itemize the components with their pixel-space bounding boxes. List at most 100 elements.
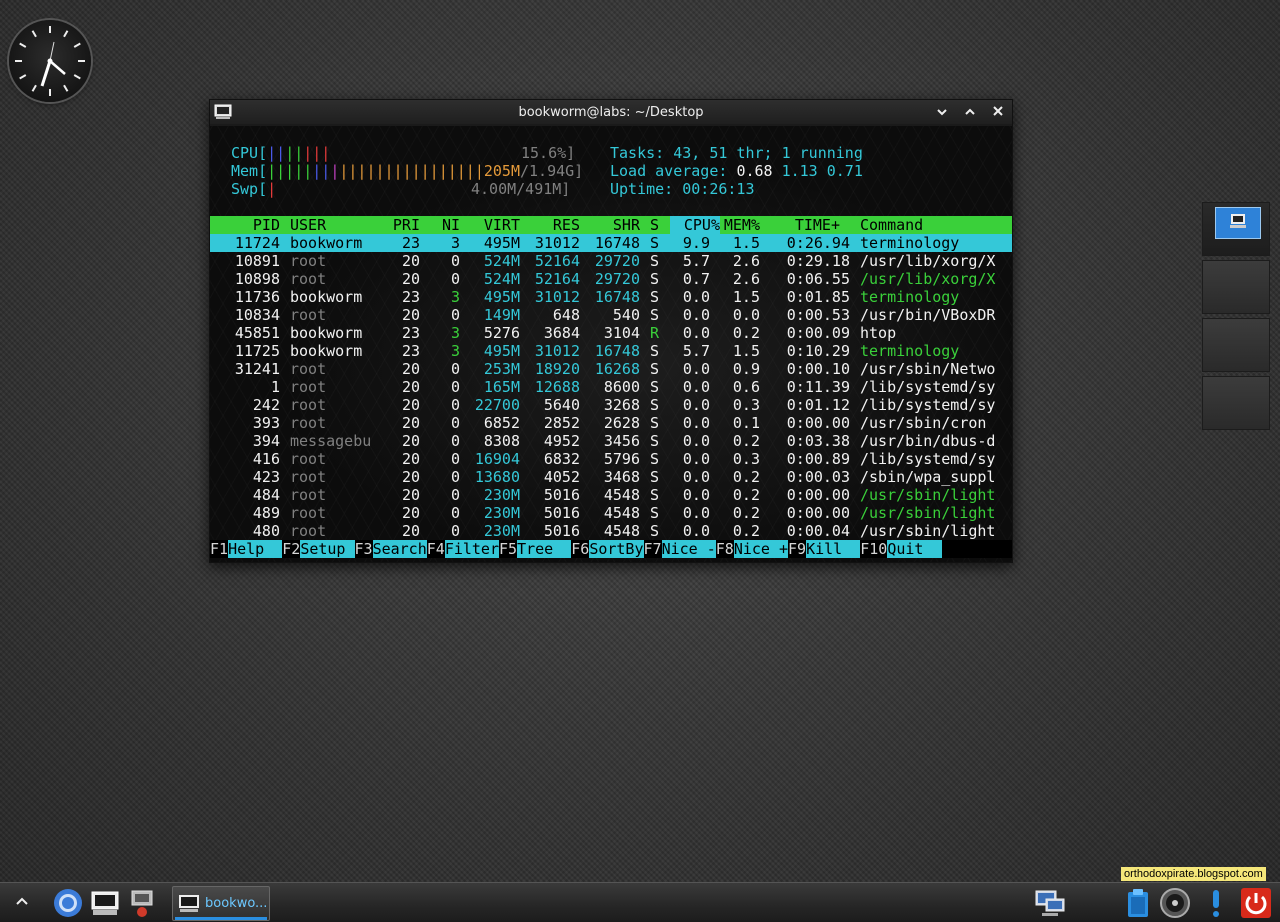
window-title: bookworm@labs: ~/Desktop	[518, 104, 704, 120]
fkey-3-button[interactable]: Search	[372, 540, 427, 558]
cell-s: R	[650, 324, 660, 342]
table-row[interactable]: 423 root 20 0 13680 4052 3468 S 0.0 0.2 0:00.03/sb…	[210, 468, 1012, 486]
workspace-pager[interactable]	[1202, 202, 1272, 434]
table-row[interactable]: 416 root 20 0 16904 6832 5796 S 0.0 0.3 0:00.89/li…	[210, 450, 1012, 468]
table-row[interactable]: 10898 root 20 0 524M 52164 29720 S 0.7 2.6 0:06.55…	[210, 270, 1012, 288]
cell-pid: 31241	[234, 360, 280, 378]
cell-ni: 0	[450, 432, 460, 450]
table-row[interactable]: 480 root 20 0 230M 5016 4548 S 0.0 0.2 0:00.04/usr…	[210, 522, 1012, 540]
close-button[interactable]	[988, 105, 1008, 119]
cell-virt: 253M	[483, 360, 520, 378]
fkey-2-button[interactable]: Setup	[300, 540, 355, 558]
workspace-3[interactable]	[1202, 318, 1270, 372]
col-time[interactable]: TIME+	[770, 216, 840, 234]
fkey-7-number[interactable]: F7	[643, 540, 662, 558]
package-manager-icon[interactable]	[126, 887, 158, 919]
col-mem[interactable]: MEM%	[720, 216, 760, 234]
cell-virt: 165M	[483, 378, 520, 396]
fkey-6-number[interactable]: F6	[571, 540, 590, 558]
process-table-header[interactable]: PID USER PRI NI VIRT RES SHR S CPU% MEM%…	[210, 216, 1012, 234]
cell-s: S	[650, 414, 660, 432]
col-pid[interactable]: PID	[210, 216, 280, 234]
taskbar-task-terminal[interactable]: bookwo...	[172, 886, 270, 921]
cell-command: /usr/sbin/light	[860, 486, 996, 504]
clipboard-icon[interactable]	[1122, 887, 1154, 919]
table-row-selected[interactable]: 11724 bookworm 23 3 495M 31012 16748 S 9.9 1.5 0:2…	[210, 234, 1012, 252]
chromium-icon[interactable]	[52, 887, 84, 919]
table-row[interactable]: 484 root 20 0 230M 5016 4548 S 0.0 0.2 0:00.00/usr…	[210, 486, 1012, 504]
col-ni[interactable]: NI	[430, 216, 460, 234]
cell-command: terminology	[860, 288, 960, 306]
cell-virt: 13680	[474, 468, 520, 486]
cell-virt: 230M	[483, 522, 520, 540]
cell-shr: 8600	[603, 378, 640, 396]
table-row[interactable]: 11736 bookworm 23 3 495M 31012 16748 S 0.0 1.5 0:0…	[210, 288, 1012, 306]
fkey-1-button[interactable]: Help	[228, 540, 283, 558]
cell-shr: 16748	[594, 342, 640, 360]
table-row[interactable]: 242 root 20 0 22700 5640 3268 S 0.0 0.3 0:01.12/li…	[210, 396, 1012, 414]
col-cpu[interactable]: CPU%	[670, 216, 720, 234]
fkey-8-number[interactable]: F8	[715, 540, 734, 558]
fkey-1-number[interactable]: F1	[210, 540, 229, 558]
table-row[interactable]: 393 root 20 0 6852 2852 2628 S 0.0 0.1 0:00.00/usr…	[210, 414, 1012, 432]
cell-mem: 2.6	[732, 252, 760, 270]
fkey-10-button[interactable]: Quit	[887, 540, 942, 558]
fkey-6-button[interactable]: SortBy	[589, 540, 644, 558]
cell-mem: 0.3	[732, 450, 760, 468]
table-row[interactable]: 10834 root 20 0 149M 648 540 S 0.0 0.0 0:00.53/usr…	[210, 306, 1012, 324]
fkey-9-button[interactable]: Kill	[806, 540, 861, 558]
cell-mem: 0.2	[732, 468, 760, 486]
table-row[interactable]: 10891 root 20 0 524M 52164 29720 S 5.7 2.6 0:29.18…	[210, 252, 1012, 270]
workspace-2[interactable]	[1202, 260, 1270, 314]
network-icon[interactable]	[1034, 887, 1066, 919]
swap-meter: Swp[| 4.00M/491M]	[231, 180, 571, 198]
table-row[interactable]: 489 root 20 0 230M 5016 4548 S 0.0 0.2 0:00.00/usr…	[210, 504, 1012, 522]
table-row[interactable]: 45851 bookworm 23 3 5276 3684 3104 R 0.0 0.2 0:00.…	[210, 324, 1012, 342]
col-command[interactable]: Command	[860, 216, 923, 234]
col-res[interactable]: RES	[530, 216, 580, 234]
power-icon[interactable]	[1240, 887, 1272, 919]
cell-time: 0:00.09	[786, 324, 850, 342]
fkey-10-number[interactable]: F10	[860, 540, 888, 558]
cell-mem: 0.2	[732, 504, 760, 522]
table-row[interactable]: 31241 root 20 0 253M 18920 16268 S 0.0 0.9 0:00.10…	[210, 360, 1012, 378]
table-row[interactable]: 394 messagebu 20 0 8308 4952 3456 S 0.0 0.2 0:03.3…	[210, 432, 1012, 450]
fkey-4-number[interactable]: F4	[426, 540, 445, 558]
window-titlebar[interactable]: bookworm@labs: ~/Desktop	[210, 100, 1012, 124]
htop-terminal[interactable]: CPU[||||||| 15.6%] Mem[||||||||||||||||||…	[210, 126, 1012, 562]
cell-cpu: 0.0	[682, 360, 710, 378]
cell-s: S	[650, 468, 660, 486]
function-key-bar[interactable]: F1Help F2Setup F3SearchF4FilterF5Tree F6…	[210, 540, 1012, 558]
alert-icon[interactable]	[1200, 887, 1232, 919]
col-state[interactable]: S	[650, 216, 659, 234]
col-shr[interactable]: SHR	[590, 216, 640, 234]
cell-virt: 230M	[483, 504, 520, 522]
cell-s: S	[650, 504, 660, 522]
fkey-4-button[interactable]: Filter	[444, 540, 499, 558]
fkey-2-number[interactable]: F2	[282, 540, 301, 558]
fkey-5-number[interactable]: F5	[499, 540, 518, 558]
fkey-5-button[interactable]: Tree	[517, 540, 572, 558]
workspace-4[interactable]	[1202, 376, 1270, 430]
table-row[interactable]: 1 root 20 0 165M 12688 8600 S 0.0 0.6 0:11.39/lib/…	[210, 378, 1012, 396]
col-user[interactable]: USER	[290, 216, 326, 234]
mixer-icon[interactable]	[1159, 887, 1191, 919]
cell-res: 648	[552, 306, 580, 324]
fkey-8-button[interactable]: Nice +	[733, 540, 788, 558]
col-virt[interactable]: VIRT	[470, 216, 520, 234]
table-row[interactable]: 11725 bookworm 23 3 495M 31012 16748 S 5.7 1.5 0:1…	[210, 342, 1012, 360]
fkey-9-number[interactable]: F9	[788, 540, 807, 558]
terminal-icon[interactable]	[89, 887, 121, 919]
minimize-button[interactable]	[932, 105, 952, 119]
cell-pri: 20	[401, 360, 420, 378]
maximize-button[interactable]	[960, 105, 980, 119]
cell-time: 0:11.39	[786, 378, 850, 396]
fkey-7-button[interactable]: Nice -	[661, 540, 716, 558]
fkey-3-number[interactable]: F3	[354, 540, 373, 558]
chevron-up-icon[interactable]	[14, 893, 30, 909]
cell-ni: 0	[450, 522, 460, 540]
workspace-1[interactable]	[1202, 202, 1270, 256]
col-pri[interactable]: PRI	[380, 216, 420, 234]
terminal-window[interactable]: bookworm@labs: ~/Desktop CPU[||||||| 15.6…	[209, 99, 1013, 563]
cell-pri: 20	[401, 378, 420, 396]
